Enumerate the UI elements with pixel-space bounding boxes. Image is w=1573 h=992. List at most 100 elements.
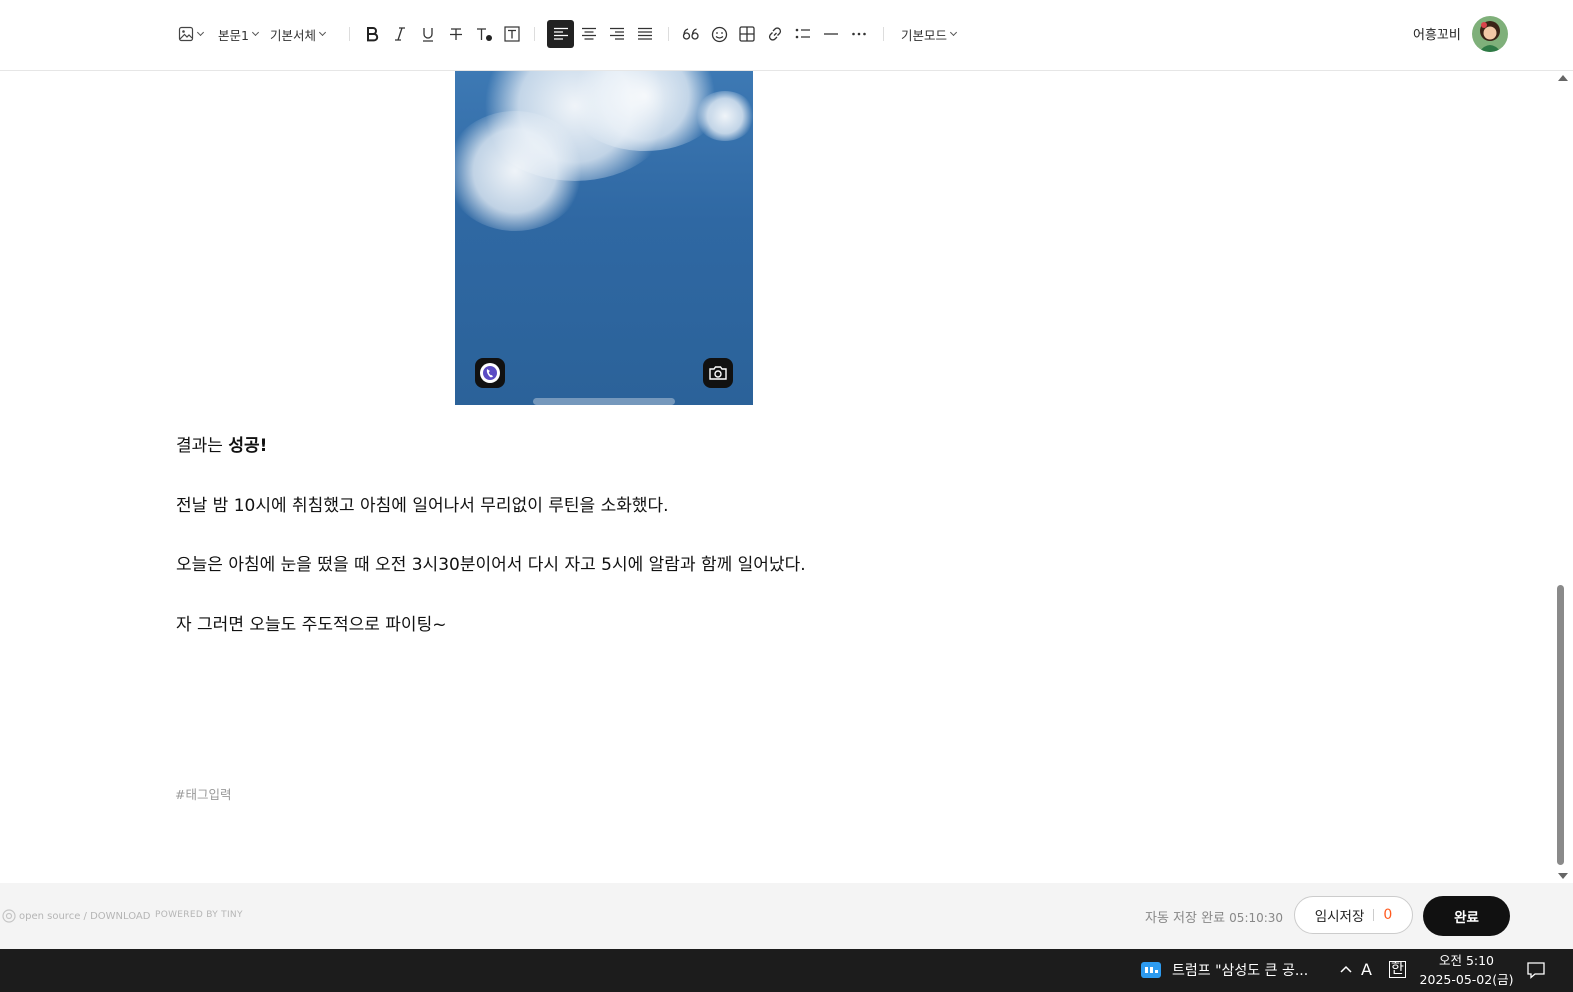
avatar[interactable] bbox=[1472, 16, 1508, 52]
scrollbar-thumb[interactable] bbox=[1557, 585, 1564, 865]
align-left-icon bbox=[553, 27, 568, 40]
phone-icon bbox=[480, 363, 500, 383]
italic-button[interactable] bbox=[389, 20, 411, 48]
clock-time: 오전 5:10 bbox=[1438, 953, 1495, 968]
autosave-status: 자동 저장 완료 05:10:30 bbox=[1145, 907, 1283, 926]
editor-content[interactable]: 결과는 성공! 전날 밤 10시에 취침했고 아침에 일어나서 무리없이 루틴을… bbox=[0, 71, 1553, 883]
windows-taskbar: 트럼프 "삼성도 큰 공... A 한 오전 5:10 2025-05-02(금… bbox=[0, 949, 1573, 992]
editor-footer: open source / DOWNLOAD POWERED BY TINY 자… bbox=[0, 883, 1573, 949]
insert-image-button[interactable] bbox=[176, 20, 204, 48]
embedded-photo[interactable] bbox=[455, 71, 753, 405]
align-justify-button[interactable] bbox=[634, 20, 656, 48]
news-widget[interactable]: 트럼프 "삼성도 큰 공... bbox=[1141, 960, 1308, 980]
strikethrough-button[interactable] bbox=[445, 20, 467, 48]
toolbar-divider bbox=[668, 27, 669, 41]
toolbar-divider bbox=[534, 27, 535, 41]
scroll-up-arrow-icon[interactable] bbox=[1558, 75, 1568, 81]
clock-date: 2025-05-02(금) bbox=[1419, 972, 1514, 987]
tray-expand-button[interactable] bbox=[1339, 961, 1353, 980]
chevron-down-icon bbox=[251, 28, 259, 36]
toolbar-divider bbox=[349, 27, 350, 41]
more-horizontal-icon bbox=[852, 32, 866, 36]
align-right-icon bbox=[610, 27, 624, 40]
strikethrough-icon bbox=[450, 28, 462, 40]
autosave-text: 자동 저장 완료 bbox=[1145, 911, 1226, 926]
bullet-list-button[interactable] bbox=[792, 20, 814, 48]
taskbar-clock[interactable]: 오전 5:10 2025-05-02(금) bbox=[1419, 951, 1514, 989]
tag-input[interactable]: #태그입력 bbox=[175, 784, 231, 803]
quote-button[interactable] bbox=[680, 20, 702, 48]
toolbar-divider bbox=[883, 27, 884, 41]
mode-label: 기본모드 bbox=[901, 27, 948, 43]
ime-mode-indicator[interactable]: A bbox=[1361, 960, 1372, 979]
emoticon-button[interactable] bbox=[708, 20, 730, 48]
text-background-icon bbox=[504, 26, 520, 42]
powered-by-link[interactable]: POWERED BY TINY bbox=[155, 910, 243, 920]
smile-icon bbox=[711, 26, 727, 42]
user-name[interactable]: 어흥꼬비 bbox=[1413, 24, 1461, 43]
table-button[interactable] bbox=[736, 20, 758, 48]
open-source-label: open source / DOWNLOAD bbox=[19, 910, 151, 922]
editor-toolbar: 본문1 기본서체 기본모드 어흥꼬비 bbox=[0, 0, 1573, 71]
news-headline: 트럼프 "삼성도 큰 공... bbox=[1172, 963, 1309, 979]
underline-button[interactable] bbox=[417, 20, 439, 48]
news-icon bbox=[1141, 962, 1161, 978]
autosave-time: 05:10:30 bbox=[1229, 911, 1284, 925]
italic-icon bbox=[395, 27, 405, 41]
mode-dropdown[interactable]: 기본모드 bbox=[901, 20, 958, 48]
text-color-button[interactable] bbox=[473, 20, 495, 48]
align-left-button[interactable] bbox=[547, 20, 574, 48]
temp-save-label: 임시저장 bbox=[1314, 909, 1365, 925]
chevron-down-icon bbox=[318, 28, 327, 36]
paragraph-result[interactable]: 결과는 성공! bbox=[176, 431, 267, 456]
avatar-image bbox=[1472, 16, 1508, 52]
bold-button[interactable] bbox=[361, 20, 383, 48]
link-icon bbox=[768, 27, 782, 41]
paragraph-style-label: 본문1 bbox=[218, 27, 249, 43]
cloud-shape bbox=[695, 91, 753, 141]
align-center-button[interactable] bbox=[578, 20, 600, 48]
paragraph-style-dropdown[interactable]: 본문1 bbox=[218, 20, 259, 48]
notification-icon bbox=[1527, 962, 1545, 979]
table-icon bbox=[739, 26, 755, 42]
vertical-scrollbar[interactable] bbox=[1553, 71, 1573, 883]
font-family-label: 기본서체 bbox=[270, 27, 317, 43]
temp-save-divider bbox=[1373, 909, 1375, 921]
font-family-dropdown[interactable]: 기본서체 bbox=[270, 20, 327, 48]
paragraph-2[interactable]: 전날 밤 10시에 취침했고 아침에 일어나서 무리없이 루틴을 소화했다. bbox=[176, 491, 669, 516]
chevron-up-icon bbox=[1340, 965, 1352, 973]
quote-icon bbox=[682, 28, 699, 40]
cloud-shape bbox=[455, 111, 585, 231]
temp-save-button[interactable]: 임시저장 0 bbox=[1294, 896, 1413, 934]
horizontal-line-button[interactable] bbox=[820, 20, 842, 48]
align-center-icon bbox=[582, 27, 596, 40]
paragraph-result-bold: 성공! bbox=[228, 436, 268, 456]
done-button[interactable]: 완료 bbox=[1423, 896, 1510, 936]
more-options-button[interactable] bbox=[848, 20, 870, 48]
bullet-list-icon bbox=[795, 28, 810, 39]
align-justify-icon bbox=[638, 27, 652, 40]
paragraph-result-prefix: 결과는 bbox=[176, 436, 229, 456]
paragraph-4[interactable]: 자 그러면 오늘도 주도적으로 파이팅~ bbox=[176, 610, 446, 635]
phone-home-bar bbox=[533, 398, 675, 405]
text-background-button[interactable] bbox=[501, 20, 523, 48]
align-right-button[interactable] bbox=[606, 20, 628, 48]
horizontal-line-icon bbox=[824, 33, 838, 35]
link-button[interactable] bbox=[764, 20, 786, 48]
phone-camera-button bbox=[703, 358, 733, 388]
chevron-down-icon bbox=[196, 28, 204, 36]
chevron-down-icon bbox=[949, 28, 958, 36]
camera-icon bbox=[709, 366, 727, 380]
temp-save-count[interactable]: 0 bbox=[1383, 907, 1392, 923]
text-color-icon bbox=[477, 28, 492, 41]
paragraph-3[interactable]: 오늘은 아침에 눈을 떴을 때 오전 3시30분이어서 다시 자고 5시에 알람… bbox=[176, 550, 806, 575]
bold-icon bbox=[367, 27, 379, 42]
ime-language-indicator[interactable]: 한 bbox=[1389, 961, 1406, 978]
image-icon bbox=[178, 26, 193, 42]
scroll-down-arrow-icon[interactable] bbox=[1558, 873, 1568, 879]
notification-button[interactable] bbox=[1526, 961, 1546, 983]
open-source-link[interactable]: open source / DOWNLOAD bbox=[2, 909, 150, 923]
underline-icon bbox=[423, 28, 433, 42]
open-source-icon bbox=[2, 909, 16, 923]
phone-call-button bbox=[475, 358, 505, 388]
